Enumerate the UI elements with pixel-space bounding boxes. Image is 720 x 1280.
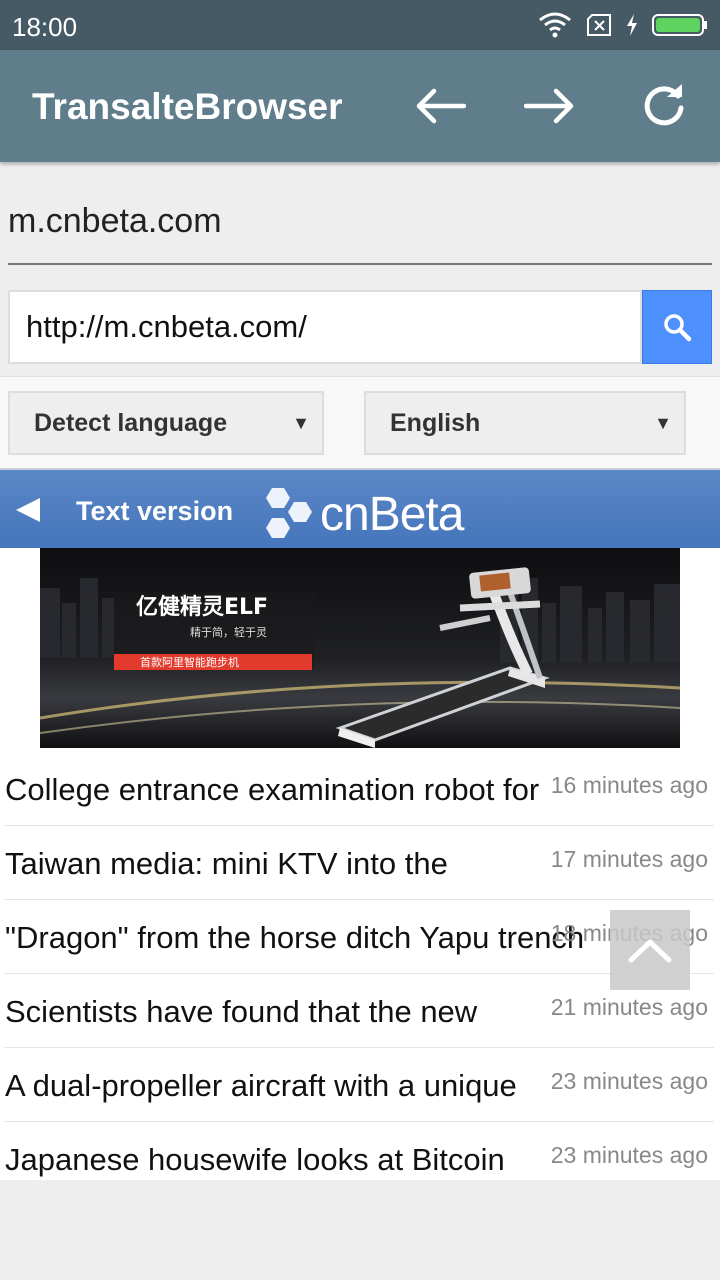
news-time: 23 minutes ago <box>550 1142 708 1168</box>
app-title: TransalteBrowser <box>32 86 343 127</box>
back-button[interactable] <box>408 80 472 132</box>
scroll-to-top-button[interactable] <box>610 910 690 990</box>
url-field[interactable] <box>8 290 642 364</box>
banner-tagline: 首款阿里智能跑步机 <box>140 655 239 669</box>
news-item[interactable]: College entrance examination robot for 1… <box>0 752 720 826</box>
cnbeta-logo[interactable]: cnBeta <box>256 484 464 544</box>
source-language-select[interactable]: Detect language ▼ <box>8 391 324 455</box>
news-title: Japanese housewife looks at Bitcoin <box>5 1142 505 1177</box>
ad-banner[interactable]: 亿健精灵ELF 精于简，轻于灵 首款阿里智能跑步机 <box>40 548 680 748</box>
forward-button[interactable] <box>518 80 582 132</box>
site-name-divider <box>8 263 712 265</box>
arrow-left-icon <box>416 88 466 124</box>
url-input[interactable] <box>10 292 640 362</box>
site-name: m.cnbeta.com <box>8 202 222 240</box>
charging-icon <box>627 14 637 36</box>
no-sim-icon <box>587 14 611 36</box>
cnbeta-header: Text version cnBeta <box>0 468 720 548</box>
news-item[interactable]: Taiwan media: mini KTV into the 17 minut… <box>0 826 720 900</box>
news-item[interactable]: A dual-propeller aircraft with a unique … <box>0 1048 720 1122</box>
arrow-right-icon <box>524 88 574 124</box>
target-language-select[interactable]: English ▼ <box>364 391 686 455</box>
refresh-icon <box>644 84 684 126</box>
banner-title: 亿健精灵ELF <box>136 594 268 620</box>
refresh-button[interactable] <box>632 80 696 132</box>
source-language-label: Detect language <box>34 408 228 437</box>
news-time: 23 minutes ago <box>550 1068 708 1094</box>
app-bar: TransalteBrowser <box>0 50 720 162</box>
text-version-link[interactable]: Text version <box>76 496 233 527</box>
news-title: College entrance examination robot for <box>5 772 540 807</box>
dropdown-arrow-icon: ▼ <box>292 413 310 433</box>
banner-subtitle: 精于简，轻于灵 <box>190 625 267 639</box>
language-bar: Detect language ▼ English ▼ <box>0 376 720 468</box>
news-item[interactable]: Japanese housewife looks at Bitcoin 23 m… <box>0 1122 720 1180</box>
news-title: A dual-propeller aircraft with a unique <box>5 1068 517 1103</box>
search-icon <box>664 314 692 342</box>
wifi-icon <box>539 12 571 38</box>
hexagon-logo-icon <box>266 488 312 538</box>
status-time: 18:00 <box>12 12 78 42</box>
battery-icon <box>652 14 707 36</box>
news-title: "Dragon" from the horse ditch Yapu trenc… <box>5 920 585 955</box>
news-time: 16 minutes ago <box>550 772 708 798</box>
banner-image: 亿健精灵ELF 精于简，轻于灵 首款阿里智能跑步机 <box>40 567 680 748</box>
cnbeta-logo-text: cnBeta <box>320 487 464 541</box>
news-time: 21 minutes ago <box>550 994 708 1020</box>
news-title: Taiwan media: mini KTV into the <box>5 846 448 881</box>
status-icons <box>538 11 708 39</box>
status-bar: 18:00 <box>0 0 720 50</box>
dropdown-arrow-icon: ▼ <box>654 413 672 433</box>
back-triangle-icon[interactable] <box>16 498 40 522</box>
target-language-label: English <box>390 408 481 437</box>
web-page: Text version cnBeta 亿健精灵ELF 精于简，轻于灵 首款阿里… <box>0 468 720 1180</box>
chevron-up-icon <box>628 939 672 963</box>
news-title: Scientists have found that the new <box>5 994 478 1029</box>
news-time: 17 minutes ago <box>550 846 708 872</box>
go-button[interactable] <box>642 290 712 364</box>
